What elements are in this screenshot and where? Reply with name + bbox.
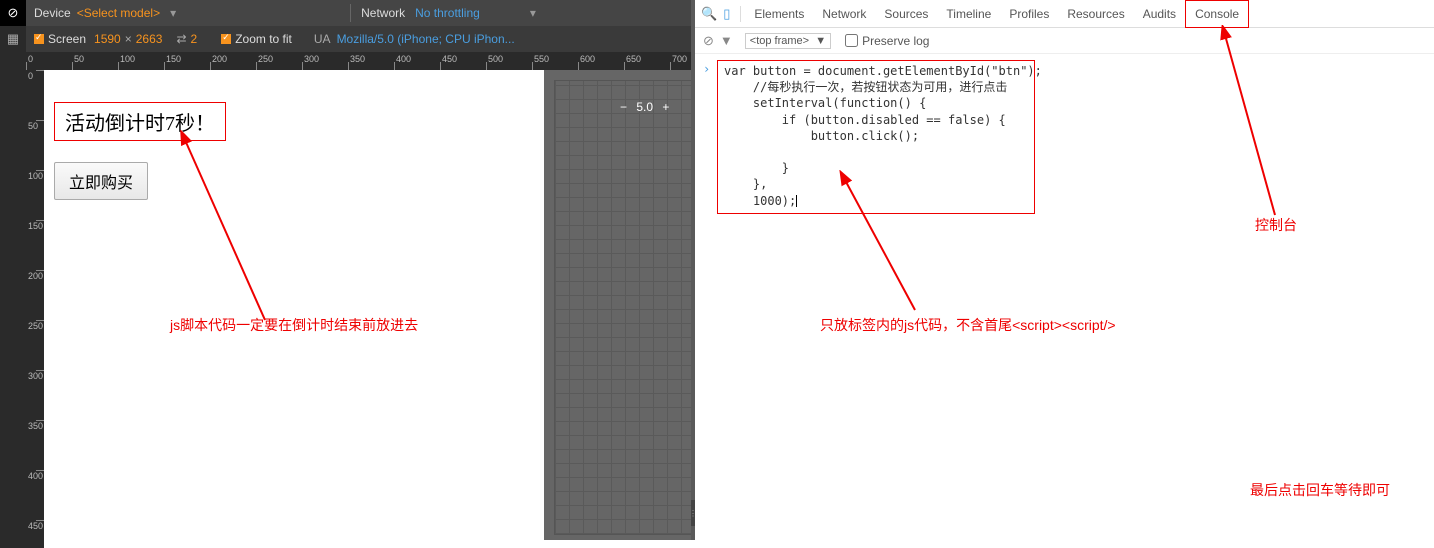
network-label: Network xyxy=(361,6,405,20)
tab-profiles[interactable]: Profiles xyxy=(1000,0,1058,28)
tab-console[interactable]: Console xyxy=(1185,0,1249,28)
preserve-log-checkbox[interactable] xyxy=(845,34,858,47)
ua-label: UA xyxy=(314,32,331,46)
arrow-icon xyxy=(175,130,285,330)
zoom-out-button[interactable]: − xyxy=(620,100,627,114)
ua-value[interactable]: Mozilla/5.0 (iPhone; CPU iPhon... xyxy=(337,32,515,46)
device-label: Device xyxy=(34,6,71,20)
zoom-in-button[interactable]: + xyxy=(662,100,669,114)
ruler-icon[interactable]: ▦ xyxy=(0,26,26,52)
filter-icon[interactable]: ▼ xyxy=(720,33,733,48)
tab-elements[interactable]: Elements xyxy=(745,0,813,28)
screen-width[interactable]: 1590 xyxy=(94,32,121,46)
annotation-right: 控制台 xyxy=(1255,215,1297,235)
annotation-mid: 只放标签内的js代码，不含首尾<script><script/> xyxy=(820,315,1116,335)
chevron-down-icon[interactable]: ▾ xyxy=(530,6,536,20)
search-icon[interactable]: 🔍 xyxy=(701,6,717,22)
devtools-tabs: 🔍 ▯ ElementsNetworkSourcesTimelineProfil… xyxy=(695,0,1434,28)
device-viewport: 活动倒计时7秒！ 立即购买 xyxy=(44,70,544,530)
zoom-fit-label[interactable]: Zoom to fit xyxy=(235,32,292,46)
screen-label: Screen xyxy=(48,32,86,46)
checkbox-icon[interactable] xyxy=(221,34,231,44)
preserve-log-label: Preserve log xyxy=(862,34,929,48)
dpr-value[interactable]: 2 xyxy=(191,32,198,46)
console-prompt-icon: › xyxy=(703,62,710,76)
arrow-icon xyxy=(1215,25,1285,225)
vertical-ruler: 050100150200250300350400450 xyxy=(26,70,44,548)
screen-height[interactable]: 2663 xyxy=(136,32,163,46)
horizontal-ruler: 0501001502002503003504004505005506006507… xyxy=(26,52,695,70)
tab-network[interactable]: Network xyxy=(813,0,875,28)
annotation-left: js脚本代码一定要在倒计时结束前放进去 xyxy=(170,315,418,335)
device-toggle-icon[interactable]: ▯ xyxy=(723,6,730,22)
arrow-icon xyxy=(835,170,925,320)
frame-select[interactable]: <top frame> ▼ xyxy=(745,33,831,49)
no-entry-icon[interactable]: ⊘ xyxy=(0,0,26,26)
buy-button[interactable]: 立即购买 xyxy=(54,162,148,200)
screen-toolbar: Screen 1590 × 2663 ⇄ 2 Zoom to fit UA Mo… xyxy=(26,26,695,52)
annotation-bottom: 最后点击回车等待即可 xyxy=(1250,480,1390,500)
viewport-background: − 5.0 + xyxy=(544,70,695,540)
checkbox-icon[interactable] xyxy=(34,34,44,44)
tab-sources[interactable]: Sources xyxy=(875,0,937,28)
zoom-value: 5.0 xyxy=(636,100,653,114)
times-icon: × xyxy=(125,32,132,46)
console-body[interactable]: › var button = document.getElementById("… xyxy=(695,54,1434,220)
network-select[interactable]: No throttling xyxy=(415,6,480,20)
tab-resources[interactable]: Resources xyxy=(1058,0,1133,28)
device-select[interactable]: <Select model> xyxy=(77,6,160,20)
swap-icon[interactable]: ⇄ xyxy=(176,32,186,46)
left-sidebar: ⊘ ▦ xyxy=(0,0,26,548)
device-toolbar: Device <Select model> ▾ Network No throt… xyxy=(26,0,695,26)
clear-icon[interactable]: ⊘ xyxy=(703,33,714,49)
tab-timeline[interactable]: Timeline xyxy=(937,0,1000,28)
console-toolbar: ⊘ ▼ <top frame> ▼ Preserve log xyxy=(695,28,1434,54)
tab-audits[interactable]: Audits xyxy=(1134,0,1185,28)
chevron-down-icon[interactable]: ▾ xyxy=(170,6,176,20)
